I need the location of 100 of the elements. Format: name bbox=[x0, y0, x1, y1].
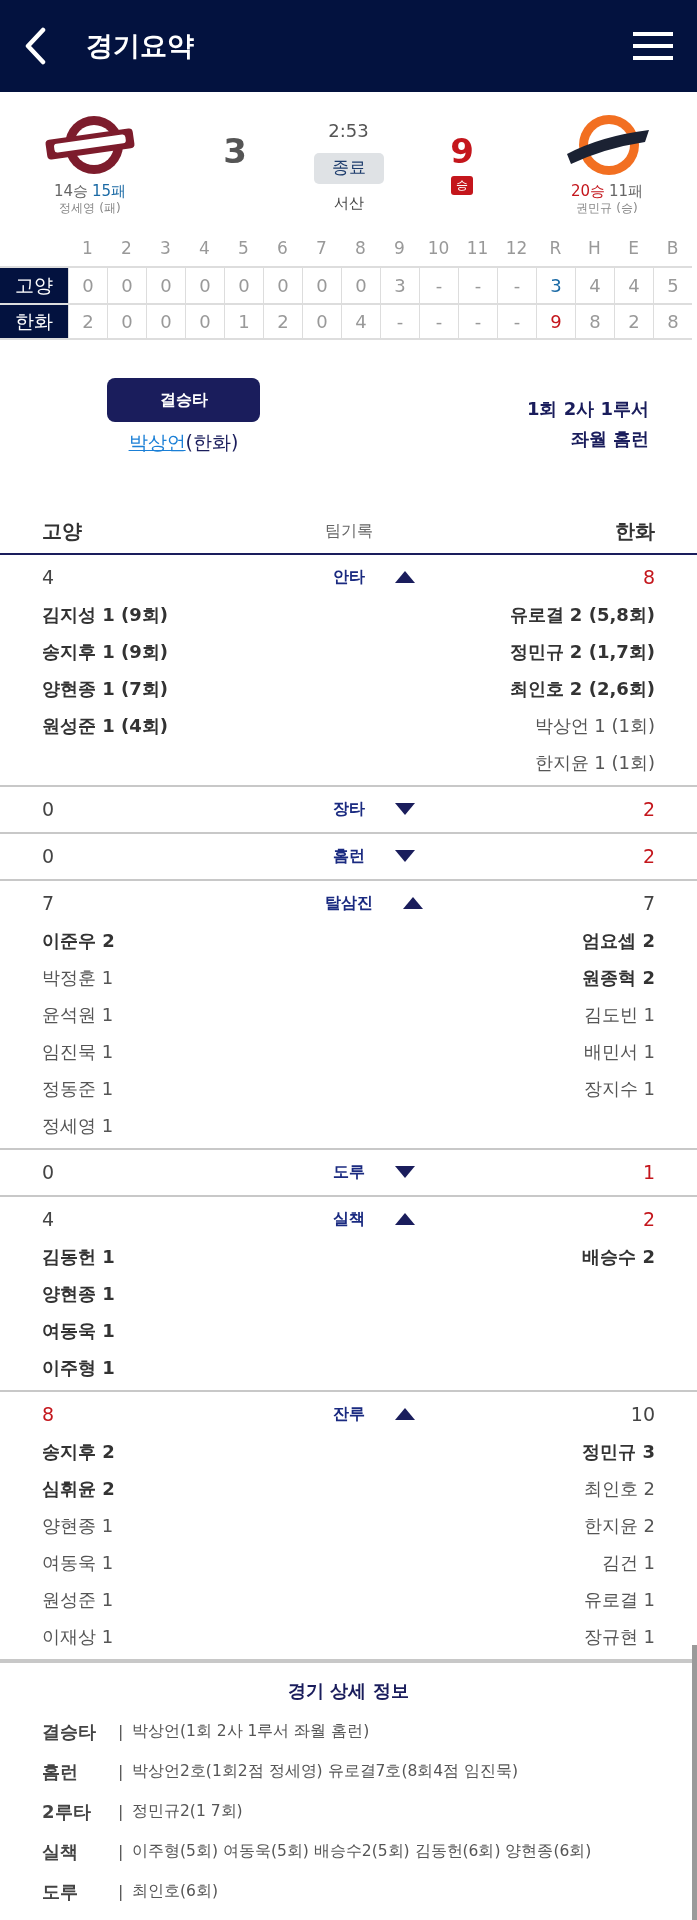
table-cell: 2 bbox=[614, 305, 653, 338]
player-stat: 배승수 2 bbox=[582, 1244, 655, 1269]
stat-count: 10 bbox=[629, 1401, 655, 1427]
team-name: (한화) bbox=[185, 431, 239, 453]
stat-count: 8 bbox=[42, 1401, 56, 1427]
table-cell: - bbox=[497, 268, 536, 303]
player-stat: 정민규 3 bbox=[582, 1439, 655, 1464]
table-cell: 0 bbox=[341, 268, 380, 303]
player-stat: 원성준 1 bbox=[42, 1587, 114, 1612]
table-cell: 0 bbox=[146, 268, 185, 303]
column-header: 7 bbox=[315, 237, 328, 261]
column-header: 4 bbox=[198, 237, 211, 261]
detail-label: 2루타 bbox=[42, 1800, 92, 1824]
scrollbar[interactable] bbox=[692, 1645, 697, 1920]
stat-count: 4 bbox=[42, 564, 56, 590]
section-title: 팀기록 bbox=[324, 519, 373, 542]
team-label: 한화 bbox=[0, 305, 68, 338]
team-score: 9 bbox=[450, 134, 474, 168]
player-stat: 정민규 2 (1,7회) bbox=[509, 639, 655, 664]
expand-icon[interactable] bbox=[394, 801, 415, 817]
column-header: 1 bbox=[81, 237, 94, 261]
table-cell: 8 bbox=[653, 305, 692, 338]
player-stat: 박상언 1 (1회) bbox=[534, 713, 655, 738]
stat-count: 2 bbox=[641, 796, 655, 822]
table-cell: - bbox=[458, 268, 497, 303]
detail-label: 도루 bbox=[42, 1880, 79, 1904]
team-name: 고양 bbox=[42, 517, 83, 545]
player-stat: 최인호 2 bbox=[583, 1476, 655, 1501]
player-stat: 임진묵 1 bbox=[42, 1039, 114, 1064]
menu-icon[interactable] bbox=[633, 31, 673, 61]
column-header: H bbox=[587, 237, 602, 261]
separator-mark: | bbox=[118, 1880, 125, 1903]
table-cell: - bbox=[458, 305, 497, 338]
player-stat: 장규현 1 bbox=[583, 1624, 655, 1649]
team-label: 고양 bbox=[0, 268, 68, 303]
table-cell: 0 bbox=[263, 268, 302, 303]
player-stat: 박정훈 1 bbox=[42, 965, 114, 990]
player-stat: 최인호 2 (2,6회) bbox=[509, 676, 655, 701]
column-header: 3 bbox=[159, 237, 172, 261]
detail-label: 실책 bbox=[42, 1840, 79, 1864]
collapse-icon[interactable] bbox=[394, 1211, 415, 1227]
detail-value: 최인호(6회) bbox=[132, 1880, 218, 1902]
collapse-icon[interactable] bbox=[394, 1406, 415, 1422]
player-stat: 양현종 1 bbox=[42, 1513, 114, 1538]
player-stat: 김지성 1 (9회) bbox=[42, 602, 169, 627]
table-cell: 9 bbox=[536, 305, 575, 338]
table-cell: 3 bbox=[380, 268, 419, 303]
table-cell: 0 bbox=[107, 305, 146, 338]
column-header: 2 bbox=[120, 237, 133, 261]
player-stat: 송지후 2 bbox=[42, 1439, 115, 1464]
player-stat: 이준우 2 bbox=[42, 928, 115, 953]
column-header: 8 bbox=[354, 237, 367, 261]
table-cell: - bbox=[419, 268, 458, 303]
player-stat: 김동헌 1 bbox=[42, 1244, 115, 1269]
venue: 서산 bbox=[333, 192, 364, 214]
column-header: 10 bbox=[426, 237, 451, 261]
table-cell: - bbox=[497, 305, 536, 338]
back-icon[interactable] bbox=[24, 27, 46, 65]
column-header: B bbox=[665, 237, 680, 261]
stat-count: 7 bbox=[641, 890, 655, 916]
stat-count: 0 bbox=[42, 796, 56, 822]
pitcher-name: 정세영 (패) bbox=[59, 200, 121, 216]
table-cell: 4 bbox=[575, 268, 614, 303]
player-stat: 윤석원 1 bbox=[42, 1002, 114, 1027]
section-title: 경기 상세 정보 bbox=[287, 1678, 410, 1703]
table-cell: 8 bbox=[575, 305, 614, 338]
table-cell: 4 bbox=[341, 305, 380, 338]
stat-count: 2 bbox=[641, 1206, 655, 1232]
player-stat: 정세영 1 bbox=[42, 1113, 114, 1138]
player-stat: 장지수 1 bbox=[583, 1076, 655, 1101]
detail-value: 박상언(1회 2사 1루서 좌월 홈런) bbox=[132, 1720, 370, 1742]
pitcher-name: 권민규 (승) bbox=[576, 200, 638, 216]
player-stat: 배민서 1 bbox=[583, 1039, 655, 1064]
separator-mark: | bbox=[118, 1840, 125, 1863]
table-cell: 0 bbox=[185, 268, 224, 303]
stat-label: 도루 bbox=[332, 1161, 365, 1183]
collapse-icon[interactable] bbox=[394, 569, 415, 585]
table-cell: 0 bbox=[107, 268, 146, 303]
table-cell: - bbox=[419, 305, 458, 338]
win-badge: 승 bbox=[451, 176, 473, 195]
stat-count: 1 bbox=[641, 1159, 655, 1185]
winning-hit-label: 결승타 bbox=[107, 378, 260, 422]
table-cell: 1 bbox=[224, 305, 263, 338]
separator-mark: | bbox=[118, 1800, 125, 1823]
team-name: 한화 bbox=[614, 517, 655, 545]
expand-icon[interactable] bbox=[394, 848, 415, 864]
collapse-icon[interactable] bbox=[402, 895, 423, 911]
table-cell: 0 bbox=[302, 305, 341, 338]
table-cell: 0 bbox=[185, 305, 224, 338]
player-stat: 유로결 1 bbox=[583, 1587, 655, 1612]
player-link[interactable]: 박상언 bbox=[128, 431, 186, 453]
table-cell: 0 bbox=[146, 305, 185, 338]
win-count: 20승 bbox=[570, 182, 605, 201]
table-cell: 4 bbox=[614, 268, 653, 303]
expand-icon[interactable] bbox=[394, 1164, 415, 1180]
table-cell: 0 bbox=[68, 268, 107, 303]
column-header: R bbox=[548, 237, 563, 261]
table-cell: 3 bbox=[536, 268, 575, 303]
player-stat: 김건 1 bbox=[601, 1550, 655, 1575]
detail-value: 박상언2호(1회2점 정세영) 유로결7호(8회4점 임진묵) bbox=[132, 1760, 519, 1782]
